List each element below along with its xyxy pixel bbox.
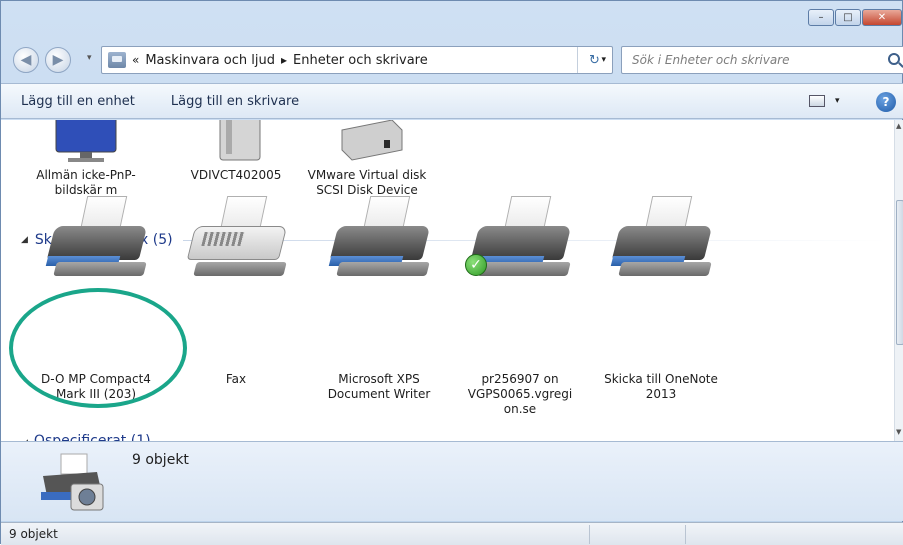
status-bar: 9 objekt [1,522,903,545]
navigation-row: ◀ ▶ ▾ « Maskinvara och ljud ▸ Enheter oc… [1,37,903,81]
window-controls: – □ ✕ [808,9,902,26]
printer-icon: ✓ [465,196,575,286]
item-count: 9 objekt [132,452,189,468]
search-icon[interactable] [888,53,900,65]
unspecified-group-header[interactable]: ◢Ospecificerat (1) [21,433,151,441]
monitor-icon [55,120,117,162]
annotation-highlight-circle [9,288,187,408]
minimize-button[interactable]: – [808,9,834,26]
scroll-down-arrow-icon[interactable]: ▼ [896,428,901,436]
forward-button[interactable]: ▶ [45,47,71,73]
add-printer-button[interactable]: Lägg till en skrivare [153,94,317,109]
change-view-icon[interactable] [809,95,825,107]
search-input[interactable]: Sök i Enheter och skrivare [621,46,903,74]
search-placeholder: Sök i Enheter och skrivare [632,53,790,67]
forward-arrow-icon: ▶ [52,52,64,68]
scroll-thumb[interactable] [896,200,903,345]
printer-item-xps[interactable]: Microsoft XPS Document Writer [314,196,444,402]
address-bar[interactable]: « Maskinvara och ljud ▸ Enheter och skri… [101,46,613,74]
help-icon[interactable]: ? [876,92,896,112]
refresh-icon: ↻ [589,52,600,68]
status-text: 9 objekt [9,527,58,541]
back-button[interactable]: ◀ [13,47,39,73]
device-label: VMware Virtual disk SCSI Disk Device [307,168,427,197]
explorer-window: – □ ✕ ◀ ▶ ▾ « Maskinvara och ljud ▸ Enhe… [0,0,903,545]
fax-icon [181,196,291,286]
device-item[interactable]: VMware Virtual disk SCSI Disk Device [302,120,432,198]
printer-label: Fax [225,372,247,386]
devices-content-area: Allmän icke-PnP-bildskär m VDIVCT402005 … [1,120,894,441]
group-title: Ospecificerat (1) [33,433,151,441]
breadcrumb-overflow[interactable]: « [132,53,139,67]
breadcrumb-item-hardware-sound[interactable]: Maskinvara och ljud [145,53,275,68]
title-bar: – □ ✕ [1,1,903,39]
printer-item-fax[interactable]: Fax [171,196,301,387]
breadcrumb-separator[interactable]: ▸ [281,53,287,67]
printer-item-onenote[interactable]: Skicka till OneNote 2013 [596,196,726,402]
default-printer-check-icon: ✓ [465,254,487,276]
printer-camera-icon [37,450,107,514]
printer-icon [324,196,434,286]
device-label: VDIVCT402005 [190,168,282,182]
command-bar: Lägg till en enhet Lägg till en skrivare… [1,83,903,119]
printer-label: Skicka till OneNote 2013 [604,372,718,401]
device-label: Allmän icke-PnP-bildskär m [36,168,136,197]
computer-icon [219,120,261,161]
recent-pages-dropdown[interactable]: ▾ [87,53,92,63]
add-device-button[interactable]: Lägg till en enhet [1,94,153,109]
back-arrow-icon: ◀ [20,52,32,68]
scroll-up-arrow-icon[interactable]: ▲ [896,122,901,130]
disk-drive-icon [341,120,403,161]
device-item[interactable]: Allmän icke-PnP-bildskär m [21,120,151,198]
close-button[interactable]: ✕ [862,9,902,26]
printer-item-pr256907[interactable]: ✓ pr256907 on VGPS0065.vgregi on.se [455,196,585,417]
printer-icon [606,196,716,286]
status-divider [589,525,590,544]
breadcrumb-item-devices-printers[interactable]: Enheter och skrivare [293,53,428,68]
printer-icon [41,196,151,286]
details-pane: 9 objekt [1,441,903,521]
view-options-dropdown[interactable]: ▾ [835,96,840,106]
vertical-scrollbar[interactable]: ▲ ▼ [894,120,903,441]
printer-label: pr256907 on VGPS0065.vgregi on.se [467,372,573,416]
refresh-button[interactable]: ↻ [577,47,611,73]
printer-label: Microsoft XPS Document Writer [327,372,431,401]
status-divider [685,525,686,544]
device-item[interactable]: VDIVCT402005 [171,120,301,183]
maximize-button[interactable]: □ [835,9,861,26]
control-panel-icon [108,52,126,68]
collapse-triangle-icon[interactable]: ◢ [21,235,28,245]
